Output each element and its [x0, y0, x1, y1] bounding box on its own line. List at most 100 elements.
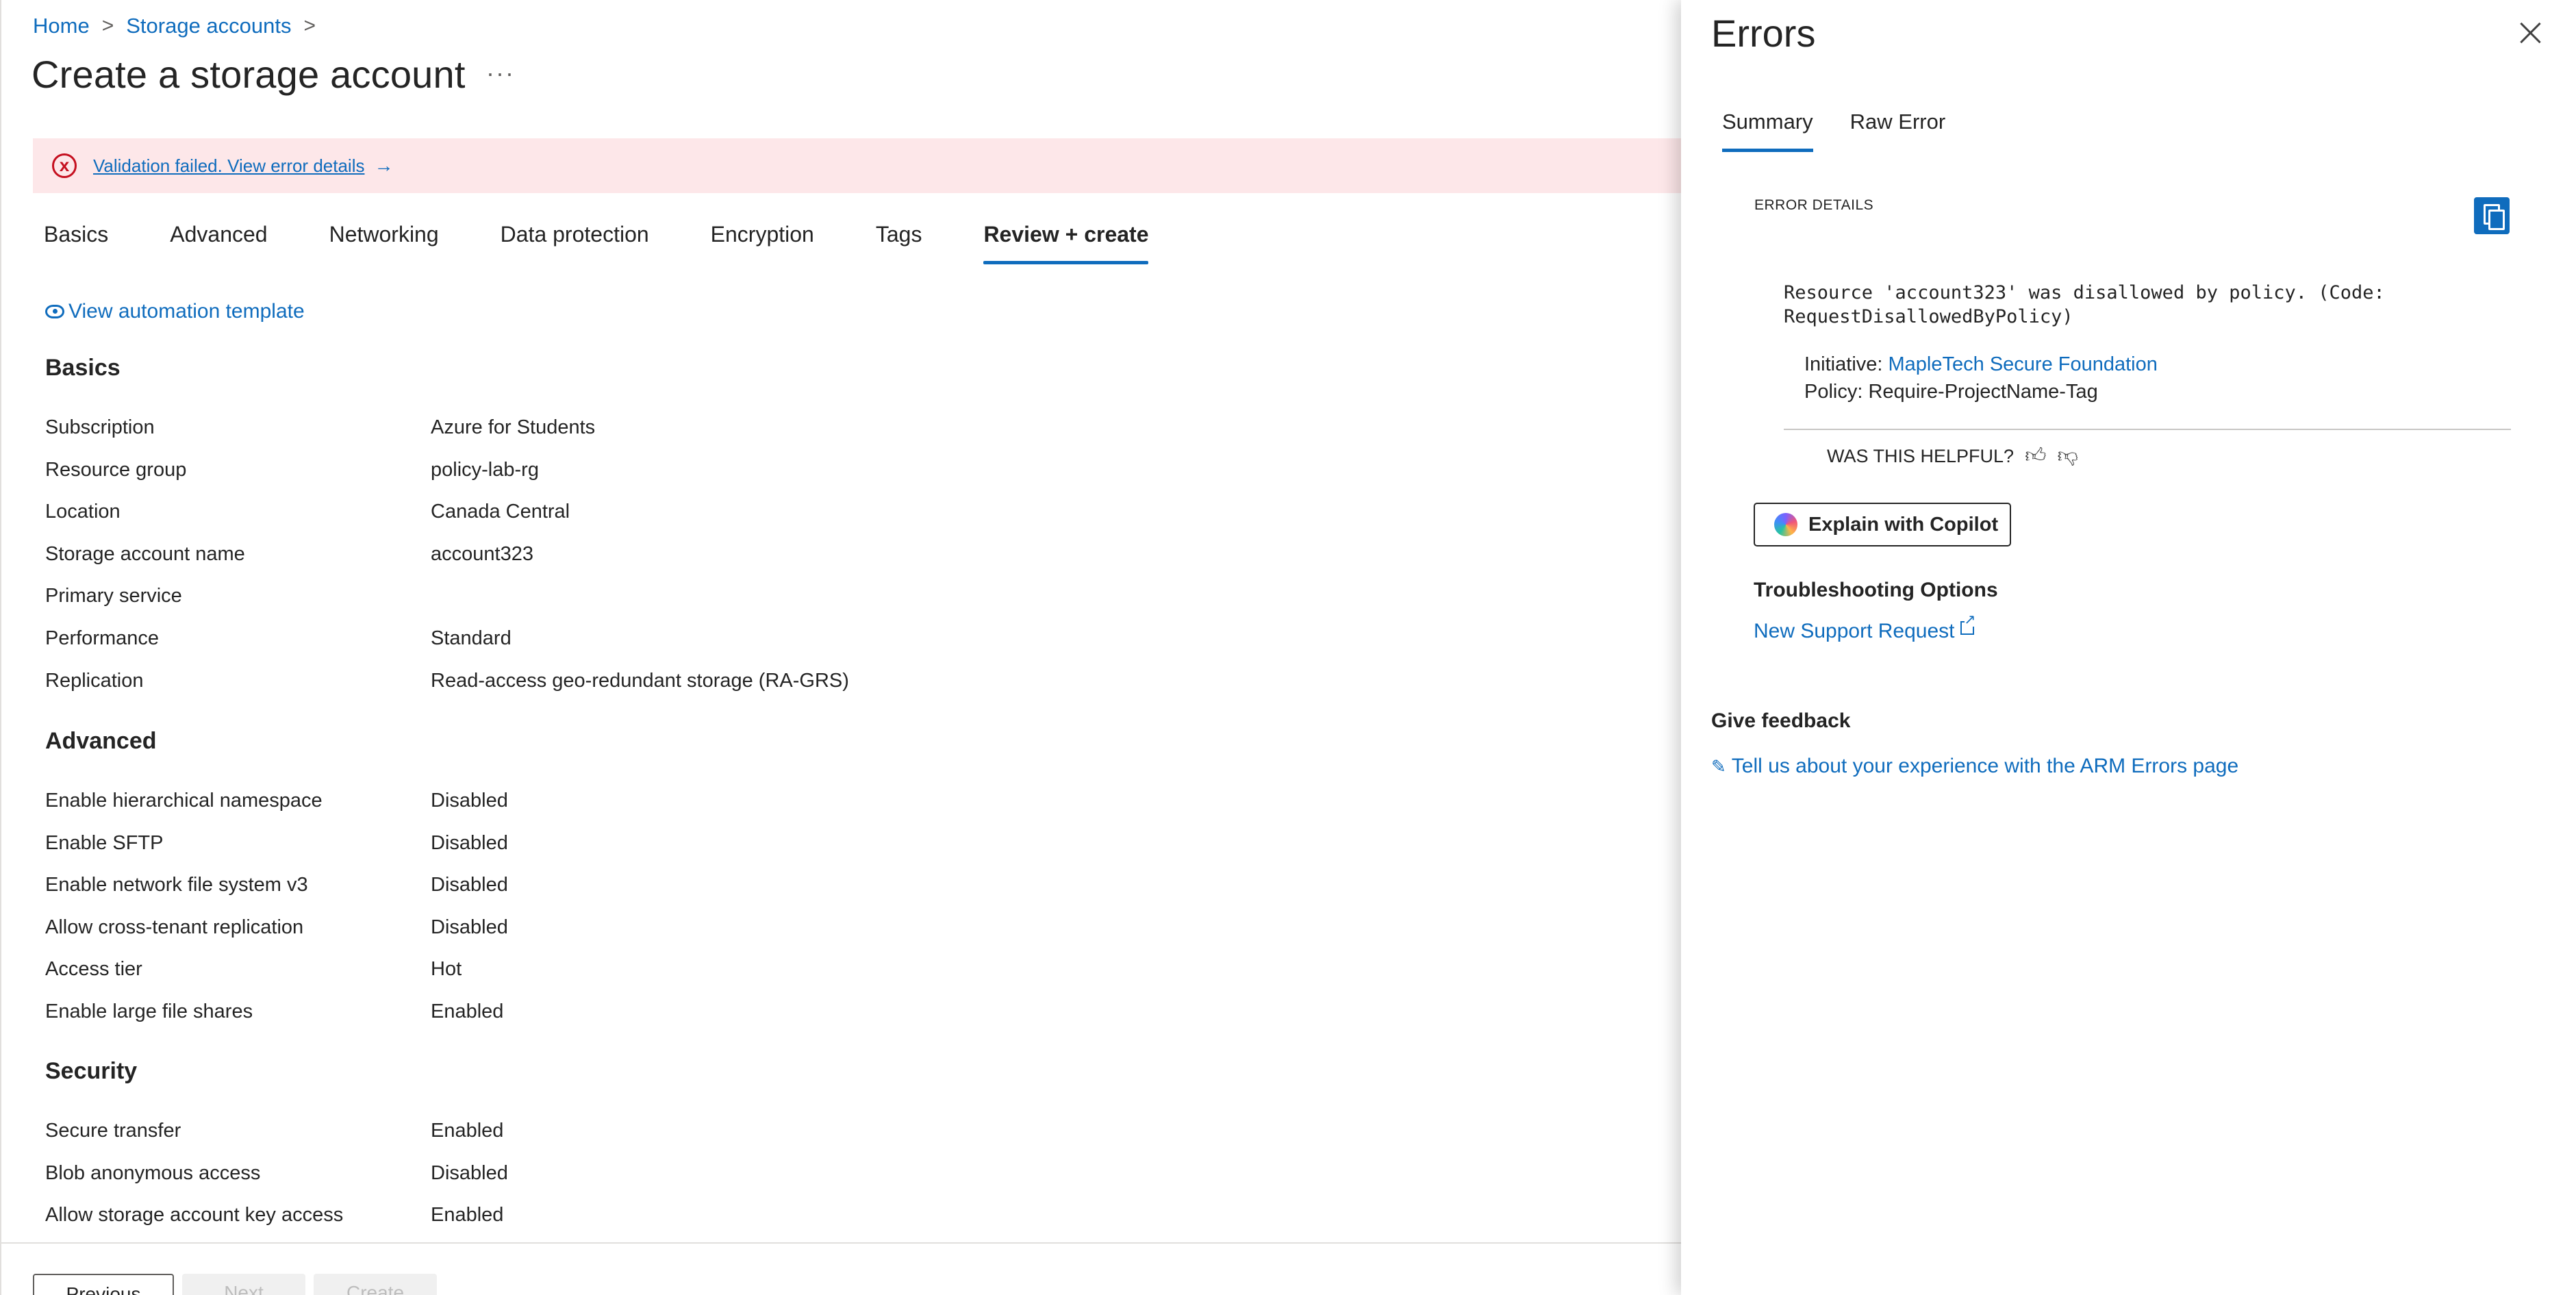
- row-value: policy-lab-rg: [431, 458, 539, 481]
- error-details-label: ERROR DETAILS: [1754, 197, 1874, 213]
- panel-title: Errors: [1711, 12, 1816, 55]
- summary-row: Secure transfer Enabled: [45, 1120, 1620, 1162]
- chevron-right-icon: >: [101, 14, 114, 37]
- section-security: Security Secure transfer Enabled Blob ano…: [45, 1058, 1620, 1246]
- row-label: Performance: [45, 627, 160, 649]
- copilot-button-label: Explain with Copilot: [1808, 513, 1999, 536]
- create-storage-account-page: Home > Storage accounts > Create a stora…: [0, 0, 1682, 1295]
- row-label: Allow storage account key access: [45, 1204, 344, 1227]
- next-button[interactable]: Next: [182, 1274, 305, 1295]
- summary-row: Enable SFTP Disabled: [45, 832, 1620, 875]
- thumbs-down-icon[interactable]: 👎︎: [2057, 444, 2078, 468]
- row-value: Enabled: [431, 1120, 504, 1142]
- error-message: Resource 'account323' was disallowed by …: [1784, 281, 2503, 329]
- summary-row: Allow storage account key access Enabled: [45, 1204, 1620, 1246]
- give-feedback-title: Give feedback: [1711, 709, 1851, 732]
- policy-info: Initiative: MapleTech Secure Foundation …: [1804, 351, 2158, 405]
- row-value: Disabled: [431, 1161, 508, 1184]
- helpful-feedback: WAS THIS HELPFUL? 👍︎ 👎︎: [1827, 444, 2078, 468]
- row-label: Allow cross-tenant replication: [45, 916, 304, 938]
- row-value: Hot: [431, 958, 462, 981]
- summary-row: Location Canada Central: [45, 501, 1620, 543]
- errors-panel: Errors Summary Raw Error ERROR DETAILS R…: [1681, 0, 2576, 1295]
- explain-with-copilot-button[interactable]: Explain with Copilot: [1754, 503, 2011, 546]
- error-message-line: RequestDisallowedByPolicy): [1784, 306, 2073, 327]
- section-title: Basics: [45, 355, 121, 381]
- initiative-link[interactable]: MapleTech Secure Foundation: [1889, 353, 2158, 375]
- validation-error-banner: x Validation failed. View error details …: [33, 138, 1682, 193]
- tab-tags[interactable]: Tags: [876, 218, 922, 264]
- more-options-button[interactable]: ···: [486, 59, 515, 88]
- row-value: Standard: [431, 627, 512, 649]
- row-value: Enabled: [431, 1204, 504, 1227]
- summary-row: Enable network file system v3 Disabled: [45, 874, 1620, 916]
- row-label: Enable hierarchical namespace: [45, 790, 323, 812]
- view-automation-template-link[interactable]: View automation template: [45, 300, 305, 323]
- row-value: Disabled: [431, 831, 508, 854]
- policy-row: Policy: Require-ProjectName-Tag: [1804, 378, 2158, 405]
- row-label: Access tier: [45, 958, 142, 981]
- copy-icon[interactable]: [2474, 197, 2510, 234]
- policy-label: Policy:: [1804, 381, 1863, 403]
- create-button[interactable]: Create: [314, 1274, 437, 1295]
- thumbs-up-icon[interactable]: 👍︎: [2025, 444, 2046, 468]
- feedback-link[interactable]: ✎ Tell us about your experience with the…: [1711, 755, 2238, 778]
- initiative-label: Initiative:: [1804, 353, 1883, 375]
- row-label: Resource group: [45, 458, 187, 481]
- row-label: Replication: [45, 669, 144, 692]
- summary-row: Subscription Azure for Students: [45, 416, 1620, 459]
- initiative-row: Initiative: MapleTech Secure Foundation: [1804, 351, 2158, 378]
- tab-advanced[interactable]: Advanced: [170, 218, 267, 264]
- row-label: Subscription: [45, 416, 155, 438]
- support-link-label: New Support Request: [1754, 620, 1955, 642]
- summary-row: Allow cross-tenant replication Disabled: [45, 916, 1620, 959]
- eye-icon: [45, 305, 64, 318]
- page-title: Create a storage account: [31, 53, 466, 96]
- row-label: Enable network file system v3: [45, 874, 308, 896]
- helpful-label: WAS THIS HELPFUL?: [1827, 445, 2015, 466]
- summary-row: Performance Standard: [45, 627, 1620, 670]
- troubleshooting-title: Troubleshooting Options: [1754, 579, 1998, 601]
- section-title: Security: [45, 1058, 138, 1084]
- summary-row: Primary service: [45, 585, 1620, 627]
- policy-value: Require-ProjectName-Tag: [1868, 381, 2098, 403]
- summary-row: Storage account name account323: [45, 543, 1620, 586]
- new-support-request-link[interactable]: New Support Request: [1754, 613, 1976, 643]
- chevron-right-icon: >: [303, 14, 316, 37]
- external-link-icon: [1960, 613, 1976, 635]
- row-label: Enable SFTP: [45, 831, 164, 854]
- view-error-details-link[interactable]: Validation failed. View error details: [93, 155, 364, 177]
- previous-button[interactable]: Previous: [33, 1274, 174, 1295]
- breadcrumb-storage-accounts[interactable]: Storage accounts: [126, 14, 291, 38]
- row-value: Enabled: [431, 1000, 504, 1022]
- row-label: Enable large file shares: [45, 1000, 253, 1022]
- summary-row: Resource group policy-lab-rg: [45, 459, 1620, 501]
- tab-raw-error[interactable]: Raw Error: [1850, 110, 1946, 152]
- row-label: Storage account name: [45, 542, 245, 565]
- row-value: Canada Central: [431, 501, 570, 523]
- wizard-tabs: Basics Advanced Networking Data protecti…: [44, 218, 1210, 266]
- tab-encryption[interactable]: Encryption: [711, 218, 814, 264]
- feedback-link-label: Tell us about your experience with the A…: [1731, 755, 2239, 777]
- summary-row: Enable hierarchical namespace Disabled: [45, 790, 1620, 832]
- row-value: account323: [431, 542, 533, 565]
- arrow-right-icon[interactable]: →: [374, 155, 393, 177]
- tab-basics[interactable]: Basics: [44, 218, 108, 264]
- tab-data-protection[interactable]: Data protection: [501, 218, 649, 264]
- breadcrumb-home[interactable]: Home: [33, 14, 90, 38]
- row-value: Azure for Students: [431, 416, 596, 438]
- close-icon[interactable]: [2518, 21, 2542, 45]
- summary-row: Replication Read-access geo-redundant sto…: [45, 670, 1620, 712]
- errors-panel-tabs: Summary Raw Error: [1722, 110, 1982, 152]
- summary-row: Access tier Hot: [45, 958, 1620, 1001]
- row-value: Disabled: [431, 790, 508, 812]
- copilot-icon: [1774, 513, 1797, 536]
- feedback-icon: ✎: [1711, 755, 1726, 777]
- row-label: Location: [45, 501, 121, 523]
- divider: [1784, 429, 2511, 430]
- tab-review-create[interactable]: Review + create: [983, 218, 1149, 264]
- row-value: Disabled: [431, 874, 508, 896]
- tab-summary[interactable]: Summary: [1722, 110, 1813, 152]
- error-message-line: Resource 'account323' was disallowed by …: [1784, 282, 2385, 303]
- tab-networking[interactable]: Networking: [329, 218, 439, 264]
